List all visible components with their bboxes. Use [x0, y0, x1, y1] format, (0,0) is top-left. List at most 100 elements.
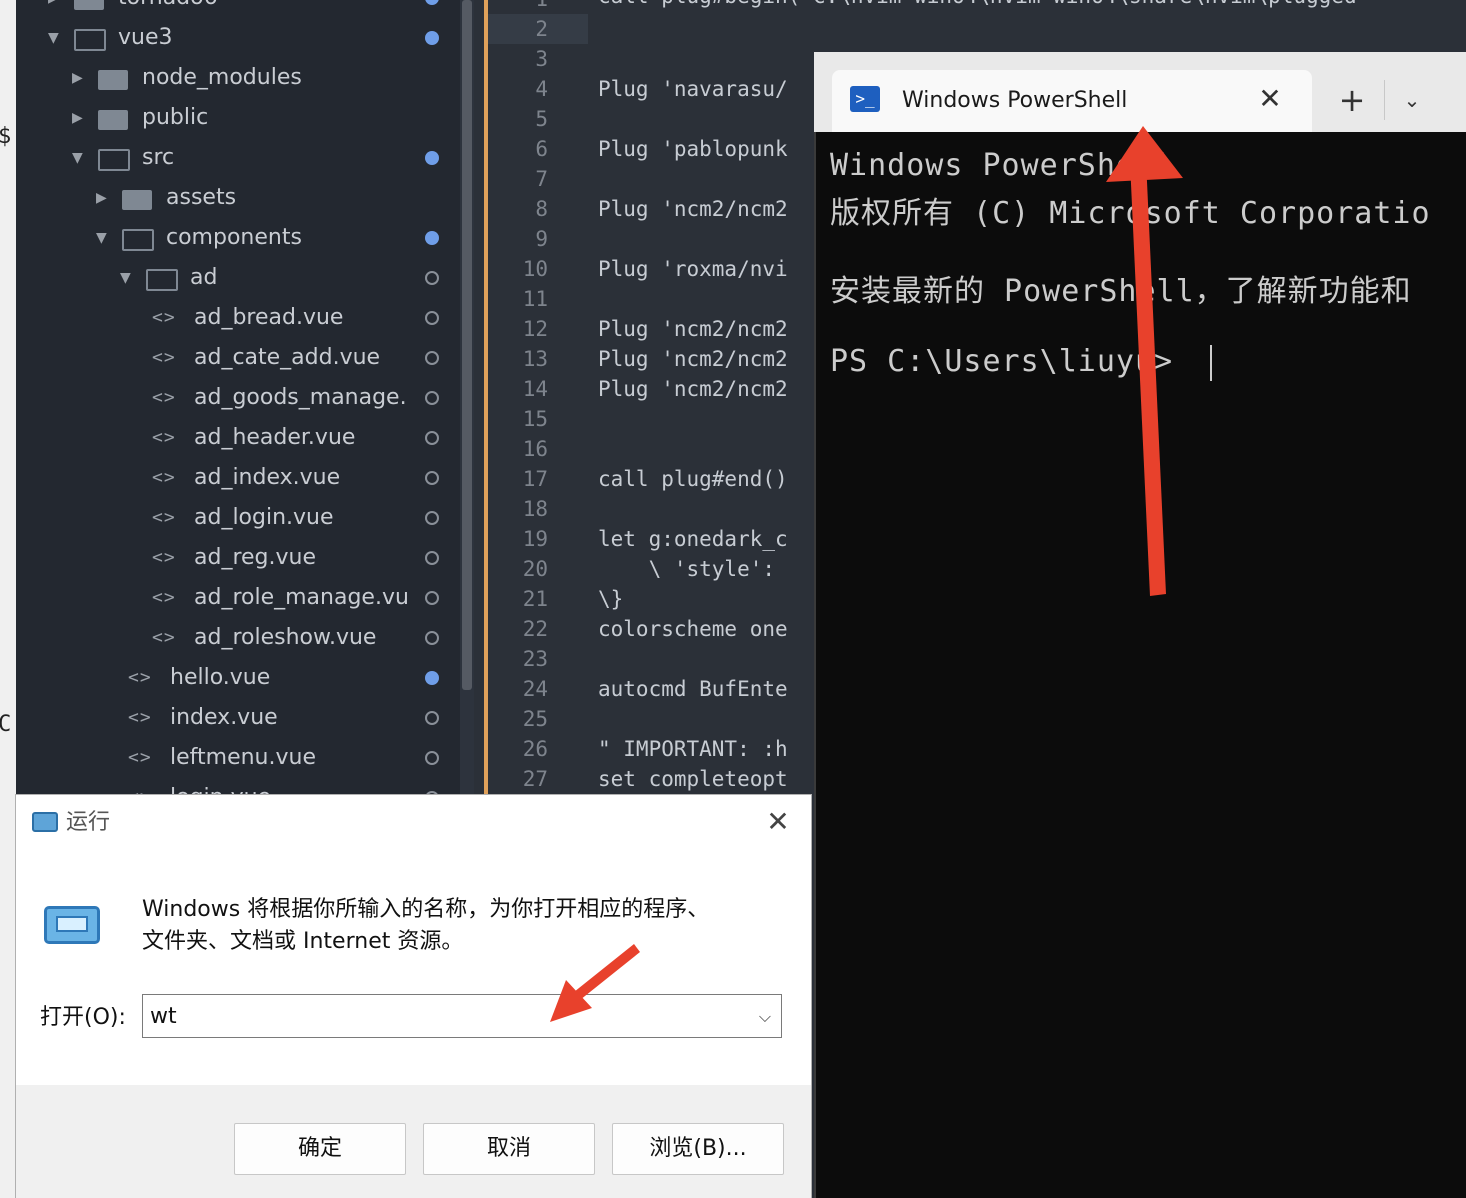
- folder-icon: [122, 229, 154, 251]
- chevron-right-icon[interactable]: ▶: [48, 0, 64, 18]
- line-number: 26: [522, 737, 548, 761]
- folder-icon: [98, 110, 128, 130]
- tree-file[interactable]: <> index.vue: [16, 698, 460, 738]
- tree-item-label: ad_reg.vue: [194, 545, 316, 570]
- line-number: 23: [522, 647, 548, 671]
- code-line: Plug 'ncm2/ncm2: [598, 347, 788, 371]
- cancel-button[interactable]: 取消: [423, 1123, 595, 1175]
- tree-folder[interactable]: ▼ vue3: [16, 18, 460, 58]
- code-file-icon: <>: [152, 347, 176, 368]
- close-tab-icon[interactable]: ✕: [1254, 84, 1286, 116]
- code-line: call plug#end(): [598, 467, 788, 491]
- run-app-icon: [32, 812, 58, 832]
- chevron-down-icon[interactable]: ▼: [72, 138, 88, 178]
- code-file-icon: <>: [128, 667, 152, 688]
- line-number: 21: [522, 587, 548, 611]
- code-file-icon: <>: [152, 587, 176, 608]
- line-number: 17: [522, 467, 548, 491]
- run-large-icon: [44, 906, 100, 944]
- tree-item-label: leftmenu.vue: [170, 745, 316, 770]
- tree-file[interactable]: <> ad_roleshow.vue: [16, 618, 460, 658]
- line-number: 9: [535, 227, 548, 251]
- tree-item-label: ad_login.vue: [194, 505, 334, 530]
- chevron-down-icon[interactable]: ▼: [120, 258, 136, 298]
- tree-item-label: ad: [190, 265, 218, 290]
- chevron-down-icon[interactable]: ⌵: [752, 1002, 778, 1032]
- terminal-prompt[interactable]: PS C:\Users\liuyu>: [830, 344, 1192, 379]
- git-untracked-dot: [425, 511, 439, 525]
- git-modified-dot: [425, 231, 439, 245]
- tree-file[interactable]: <> leftmenu.vue: [16, 738, 460, 778]
- code-file-icon: <>: [152, 507, 176, 528]
- tree-folder[interactable]: ▼ ad: [16, 258, 460, 298]
- desktop-edge: $ C: [0, 0, 16, 1198]
- tree-folder[interactable]: ▶ node_modules: [16, 58, 460, 98]
- tree-file[interactable]: <> ad_goods_manage.: [16, 378, 460, 418]
- tree-file[interactable]: <> ad_index.vue: [16, 458, 460, 498]
- line-number: 22: [522, 617, 548, 641]
- code-line-1: call plug#begin('C:\nvim-win64\nvim-win6…: [598, 0, 1357, 8]
- tree-item-label: hello.vue: [170, 665, 271, 690]
- open-input[interactable]: [150, 998, 740, 1034]
- tree-item-label: components: [166, 225, 302, 250]
- tree-folder[interactable]: ▼ src: [16, 138, 460, 178]
- file-tree: ▶ tornado6 ▼ vue3 ▶ node_modules ▶ public ▼ src ▶ a…: [16, 0, 460, 810]
- code-file-icon: <>: [152, 547, 176, 568]
- tree-item-label: public: [142, 105, 209, 130]
- terminal-cursor: [1210, 345, 1212, 381]
- tree-file[interactable]: <> ad_reg.vue: [16, 538, 460, 578]
- ok-button[interactable]: 确定: [234, 1123, 406, 1175]
- code-line: colorscheme one: [598, 617, 788, 641]
- code-line: " IMPORTANT: :h: [598, 737, 788, 761]
- line-number: 7: [535, 167, 548, 191]
- code-line: \}: [598, 587, 624, 611]
- tree-file[interactable]: <> ad_role_manage.vu: [16, 578, 460, 618]
- folder-icon: [122, 190, 152, 210]
- chevron-down-icon[interactable]: ▼: [48, 18, 64, 58]
- code-line: autocmd BufEnte: [598, 677, 788, 701]
- tree-folder[interactable]: ▶ public: [16, 98, 460, 138]
- powershell-icon: >_: [850, 86, 880, 112]
- desktop-fragment: $: [0, 124, 12, 149]
- tree-file[interactable]: <> ad_login.vue: [16, 498, 460, 538]
- tree-item-label: node_modules: [142, 65, 302, 90]
- line-number: 25: [522, 707, 548, 731]
- tree-folder[interactable]: ▶ tornado6: [16, 0, 460, 18]
- browse-button[interactable]: 浏览(B)...: [612, 1123, 784, 1175]
- chevron-down-icon[interactable]: ⌄: [1398, 84, 1426, 116]
- tree-item-label: tornado6: [118, 0, 416, 18]
- git-modified-dot: [425, 671, 439, 685]
- line-number: 24: [522, 677, 548, 701]
- terminal-line: 安装最新的 PowerShell，了解新功能和: [830, 274, 1412, 309]
- new-tab-button[interactable]: +: [1336, 82, 1368, 118]
- tree-file[interactable]: <> hello.vue: [16, 658, 460, 698]
- chevron-right-icon[interactable]: ▶: [72, 98, 88, 138]
- git-untracked-dot: [425, 271, 439, 285]
- run-description-line1: Windows 将根据你所输入的名称，为你打开相应的程序、: [142, 897, 710, 922]
- chevron-right-icon[interactable]: ▶: [72, 58, 88, 98]
- tree-file[interactable]: <> ad_header.vue: [16, 418, 460, 458]
- tree-folder[interactable]: ▶ assets: [16, 178, 460, 218]
- chevron-down-icon[interactable]: ▼: [96, 218, 112, 258]
- line-number: 11: [522, 287, 548, 311]
- close-icon[interactable]: ✕: [762, 806, 794, 838]
- tree-item-label: assets: [166, 185, 237, 210]
- code-line: Plug 'roxma/nvi: [598, 257, 788, 281]
- run-description-line2: 文件夹、文档或 Internet 资源。: [142, 929, 464, 954]
- chevron-right-icon[interactable]: ▶: [96, 178, 112, 218]
- git-untracked-dot: [425, 351, 439, 365]
- tree-item-label: index.vue: [170, 705, 278, 730]
- code-line: Plug 'ncm2/ncm2: [598, 377, 788, 401]
- terminal-tab-title: Windows PowerShell: [902, 88, 1128, 113]
- sidebar-scrollbar-thumb[interactable]: [462, 0, 472, 690]
- code-file-icon: <>: [128, 707, 152, 728]
- line-number: 4: [535, 77, 548, 101]
- tree-folder[interactable]: ▼ components: [16, 218, 460, 258]
- tree-file[interactable]: <> ad_cate_add.vue: [16, 338, 460, 378]
- run-dialog-title: 运行: [66, 810, 111, 835]
- tree-file[interactable]: <> ad_bread.vue: [16, 298, 460, 338]
- folder-icon: [98, 70, 128, 90]
- line-number: 15: [522, 407, 548, 431]
- git-untracked-dot: [425, 471, 439, 485]
- git-untracked-dot: [425, 711, 439, 725]
